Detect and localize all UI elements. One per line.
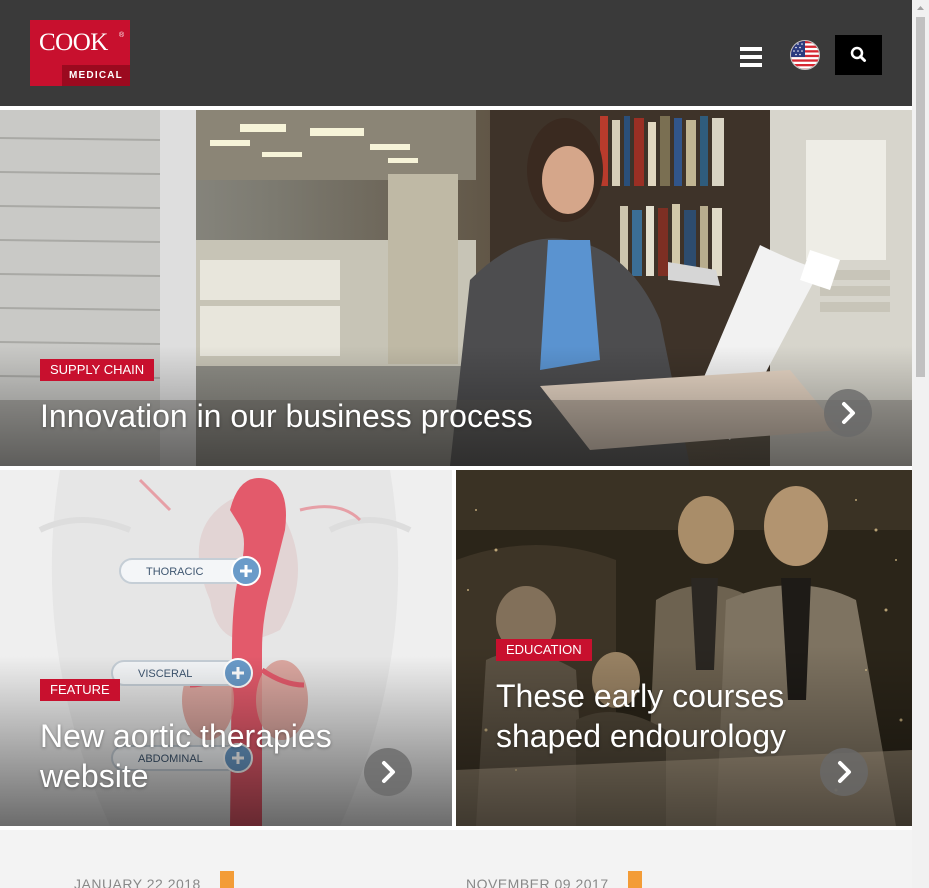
chevron-right-icon — [842, 402, 855, 424]
svg-text:THORACIC: THORACIC — [146, 566, 204, 578]
scroll-up-arrow-icon[interactable] — [912, 0, 929, 17]
registered-mark: ® — [119, 32, 125, 39]
hero-story-tile[interactable]: SUPPLY CHAIN Innovation in our business … — [0, 110, 912, 466]
us-flag-icon[interactable] — [790, 40, 820, 70]
aortic-story-tile[interactable]: THORACIC VISCERAL ABDOMINAL FEATURE New … — [0, 470, 452, 826]
education-story-tile[interactable]: EDUCATION These early courses shaped end… — [456, 470, 912, 826]
page-scrollbar[interactable] — [912, 0, 929, 888]
story-title[interactable]: Innovation in our business process — [40, 396, 780, 436]
bookmark-icon[interactable] — [220, 871, 234, 888]
category-tag: EDUCATION — [496, 639, 592, 661]
search-icon — [850, 46, 866, 62]
logo-word: COOK — [39, 29, 108, 56]
next-arrow-button[interactable] — [364, 748, 412, 796]
next-arrow-button[interactable] — [820, 748, 868, 796]
bookmark-icon[interactable] — [628, 871, 642, 888]
cook-medical-logo[interactable]: COOK ® MEDICAL — [30, 20, 130, 86]
news-list: JANUARY 22 2018 NOVEMBER 09 2017 — [0, 830, 912, 888]
story-title[interactable]: These early courses shaped endourology — [496, 676, 836, 756]
next-arrow-button[interactable] — [824, 389, 872, 437]
logo-sub: MEDICAL — [62, 65, 130, 86]
site-header: COOK ® MEDICAL — [0, 0, 912, 106]
chevron-right-icon — [382, 761, 395, 783]
chevron-right-icon — [838, 761, 851, 783]
news-date: NOVEMBER 09 2017 — [466, 876, 609, 888]
category-tag: FEATURE — [40, 679, 120, 701]
news-date: JANUARY 22 2018 — [74, 876, 201, 888]
search-button[interactable] — [835, 35, 882, 75]
story-title[interactable]: New aortic therapies website — [40, 716, 350, 796]
hamburger-icon[interactable] — [740, 47, 762, 68]
scrollbar-thumb[interactable] — [916, 17, 925, 377]
category-tag: SUPPLY CHAIN — [40, 359, 155, 381]
